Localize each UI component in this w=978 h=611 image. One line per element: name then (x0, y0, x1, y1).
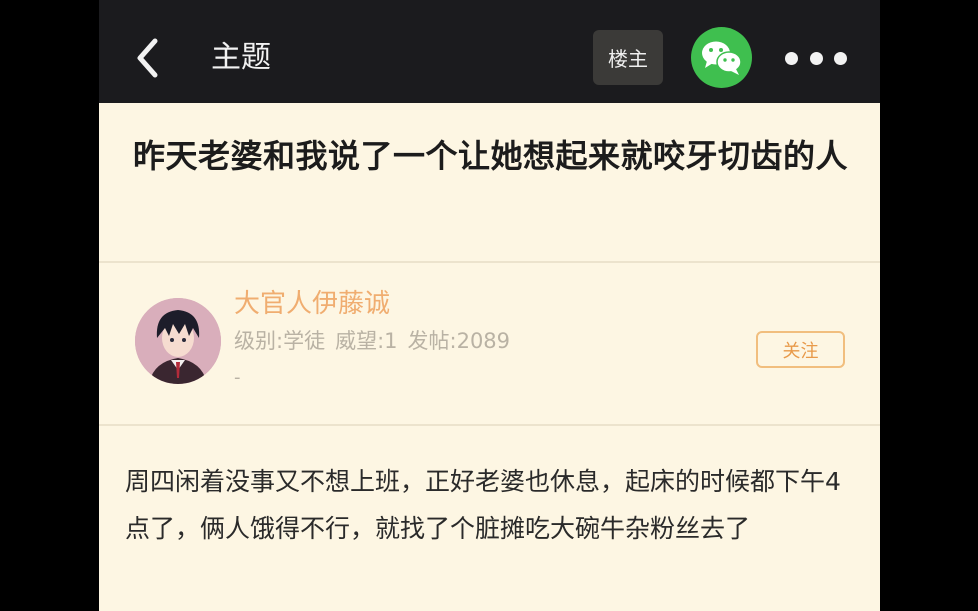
author-signature: - (234, 367, 241, 388)
back-button[interactable] (129, 35, 169, 81)
chevron-left-icon (129, 35, 169, 81)
wechat-share-button[interactable] (691, 27, 752, 88)
author-post-count: 发帖:2089 (407, 329, 511, 353)
follow-button[interactable]: 关注 (756, 331, 845, 368)
divider (99, 424, 880, 426)
author-prestige: 威望:1 (335, 329, 398, 353)
top-nav-bar: 主题 楼主 (99, 0, 880, 103)
author-avatar[interactable] (135, 298, 221, 384)
more-dot (834, 51, 847, 65)
author-stats: 级别:学徒 威望:1 发帖:2089 (234, 326, 510, 356)
app-screen: 主题 楼主 昨天老婆和我说了一个让她想起来就咬牙切齿的人 大官人伊藤诚 级别:学… (99, 0, 880, 611)
more-options-button[interactable] (785, 45, 847, 71)
author-name[interactable]: 大官人伊藤诚 (234, 286, 390, 322)
only-op-button[interactable]: 楼主 (593, 30, 663, 85)
more-dot (785, 51, 798, 65)
more-dot (809, 51, 823, 65)
divider (99, 261, 880, 263)
author-level: 级别:学徒 (234, 329, 326, 353)
page-title: 主题 (211, 40, 271, 75)
post-title: 昨天老婆和我说了一个让她想起来就咬牙切齿的人 (133, 137, 849, 175)
post-body: 周四闲着没事又不想上班，正好老婆也休息，起床的时候都下午4点了，俩人饿得不行，就… (125, 467, 841, 543)
